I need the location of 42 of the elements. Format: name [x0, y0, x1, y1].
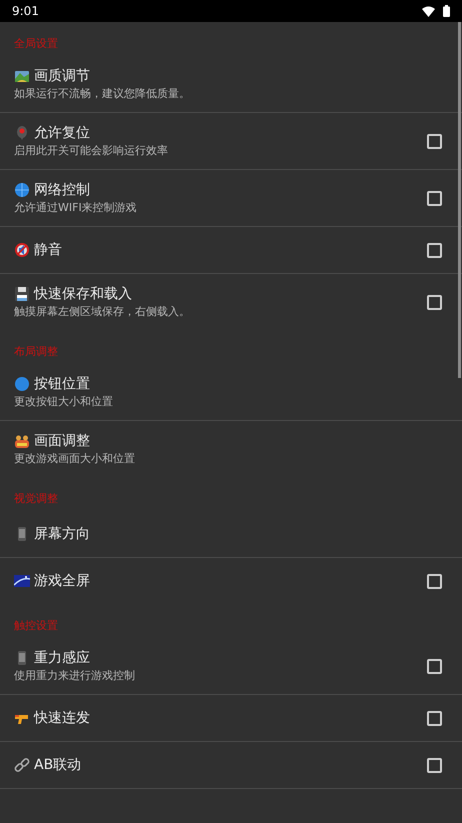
- setting-title[interactable]: 画质调节: [34, 66, 90, 86]
- setting-title[interactable]: 快速保存和载入: [34, 284, 132, 304]
- status-time: 9:01: [12, 3, 39, 20]
- circle-icon: [14, 376, 30, 392]
- section-header: 视觉调整: [13, 491, 59, 507]
- setting-title[interactable]: 屏幕方向: [34, 524, 90, 544]
- setting-title[interactable]: AB联动: [34, 755, 82, 775]
- checkbox[interactable]: [427, 658, 442, 674]
- wifi-icon: [422, 6, 435, 16]
- setting-description: 更改按钮大小和位置: [14, 394, 114, 410]
- setting-title[interactable]: 网络控制: [34, 180, 90, 200]
- setting-description: 更改游戏画面大小和位置: [14, 451, 136, 467]
- setting-description: 如果运行不流畅，建议您降低质量。: [14, 86, 191, 102]
- link-icon: [14, 757, 30, 773]
- checkbox[interactable]: [427, 574, 442, 588]
- floppy-icon: [14, 286, 30, 302]
- setting-title[interactable]: 快速连发: [34, 708, 90, 728]
- setting-title[interactable]: 重力感应: [34, 648, 90, 668]
- checkbox[interactable]: [427, 758, 442, 772]
- checkbox[interactable]: [427, 190, 442, 206]
- landscape-icon: [14, 68, 30, 84]
- pin-icon: [14, 125, 30, 141]
- night-sky-icon: [14, 573, 30, 589]
- section-header: 触控设置: [13, 618, 59, 634]
- checkbox[interactable]: [427, 242, 442, 258]
- section-header: 全局设置: [13, 36, 59, 52]
- setting-title[interactable]: 按钮位置: [34, 374, 90, 394]
- setting-title[interactable]: 静音: [34, 240, 62, 260]
- setting-title[interactable]: 允许复位: [34, 123, 90, 143]
- setting-title[interactable]: 画面调整: [34, 431, 90, 451]
- setting-description: 触摸屏幕左侧区域保存，右侧载入。: [14, 304, 191, 320]
- setting-title[interactable]: 游戏全屏: [34, 571, 90, 591]
- checkbox[interactable]: [427, 134, 442, 148]
- setting-description: 允许通过WIFI来控制游戏: [14, 200, 138, 216]
- setting-description: 使用重力来进行游戏控制: [14, 668, 136, 684]
- section-header: 布局调整: [13, 344, 59, 360]
- mute-icon: [14, 242, 30, 258]
- globe-icon: [14, 182, 30, 198]
- battery-icon: [443, 5, 450, 17]
- checkbox[interactable]: [427, 710, 442, 726]
- checkbox[interactable]: [427, 294, 442, 310]
- setting-description: 启用此开关可能会影响运行效率: [14, 143, 169, 159]
